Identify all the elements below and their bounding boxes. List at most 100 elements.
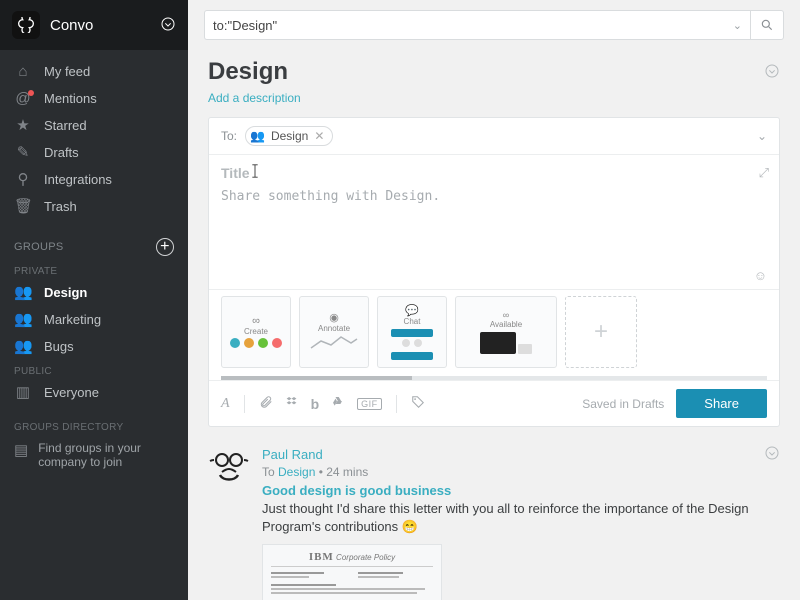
post-meta: To Design • 24 mins bbox=[262, 465, 780, 479]
post-menu-icon[interactable] bbox=[764, 445, 780, 464]
attachment-thumb[interactable]: 💬 Chat bbox=[377, 296, 447, 368]
body-input[interactable] bbox=[221, 189, 767, 257]
search: to:"Design" ⌄ bbox=[204, 10, 784, 40]
workspace-menu-icon[interactable] bbox=[160, 16, 176, 35]
directory-link[interactable]: ▤ Find groups in your company to join bbox=[0, 435, 188, 475]
directory-label: Find groups in your company to join bbox=[38, 441, 174, 469]
saved-in-drafts-label: Saved in Drafts bbox=[582, 397, 664, 411]
nav-trash[interactable]: 🗑 Trash bbox=[0, 193, 188, 220]
tag-icon[interactable] bbox=[411, 395, 425, 412]
post-text: Just thought I'd share this letter with … bbox=[262, 500, 780, 536]
directory-icon: ▤ bbox=[14, 441, 28, 469]
draft-icon: ✎ bbox=[14, 145, 32, 160]
expand-icon[interactable]: ⤢ bbox=[759, 165, 769, 181]
section-groups: GROUPS + bbox=[0, 228, 188, 260]
main: to:"Design" ⌄ Design Add a description T… bbox=[188, 0, 800, 600]
people-icon: 👥 bbox=[14, 285, 32, 300]
chevron-down-icon[interactable]: ⌄ bbox=[733, 19, 742, 32]
nav-main: ⌂ My feed @ Mentions ★ Starred ✎ Drafts … bbox=[0, 50, 188, 228]
people-icon: 👥 bbox=[14, 339, 32, 354]
subsection-directory: GROUPS DIRECTORY bbox=[0, 416, 188, 435]
content: Design Add a description To: 👥 Design ✕ … bbox=[188, 50, 800, 600]
search-button[interactable] bbox=[750, 10, 784, 40]
add-group-icon[interactable]: + bbox=[156, 238, 174, 256]
post-time: 24 mins bbox=[326, 465, 368, 479]
composer: To: 👥 Design ✕ ⌄ ⤢ ☺ bbox=[208, 117, 780, 427]
attachment-thumb[interactable]: ∞ Available bbox=[455, 296, 557, 368]
nav-label: Mentions bbox=[44, 91, 97, 106]
nav-label: Trash bbox=[44, 199, 77, 214]
sidebar-header: Convo bbox=[0, 0, 188, 50]
nav-my-feed[interactable]: ⌂ My feed bbox=[0, 58, 188, 85]
google-drive-icon[interactable] bbox=[331, 395, 345, 412]
attachment-thumb[interactable]: ◉ Annotate bbox=[299, 296, 369, 368]
recipient-chip[interactable]: 👥 Design ✕ bbox=[245, 126, 333, 146]
search-value: to:"Design" bbox=[213, 18, 277, 33]
sidebar: Convo ⌂ My feed @ Mentions ★ Starred ✎ D… bbox=[0, 0, 188, 600]
nav-label: Integrations bbox=[44, 172, 112, 187]
group-label: Design bbox=[44, 285, 87, 300]
title-input[interactable] bbox=[221, 165, 767, 181]
nav-label: Starred bbox=[44, 118, 87, 133]
group-design[interactable]: 👥 Design bbox=[0, 279, 188, 306]
box-icon[interactable]: b bbox=[311, 396, 320, 412]
attach-icon[interactable] bbox=[259, 395, 273, 412]
subsection-public: PUBLIC bbox=[0, 360, 188, 379]
topbar: to:"Design" ⌄ bbox=[188, 0, 800, 50]
page-header: Design bbox=[208, 58, 780, 86]
format-icon[interactable]: A bbox=[221, 396, 230, 412]
avatar[interactable] bbox=[208, 445, 250, 487]
separator bbox=[396, 395, 397, 413]
composer-to-row: To: 👥 Design ✕ ⌄ bbox=[209, 118, 779, 155]
nav-starred[interactable]: ★ Starred bbox=[0, 112, 188, 139]
remove-chip-icon[interactable]: ✕ bbox=[314, 129, 324, 143]
app-title: Convo bbox=[50, 17, 150, 34]
chevron-down-icon[interactable]: ⌄ bbox=[757, 129, 767, 143]
search-input[interactable]: to:"Design" ⌄ bbox=[204, 10, 750, 40]
post-title-link[interactable]: Good design is good business bbox=[262, 483, 780, 498]
nav-mentions[interactable]: @ Mentions bbox=[0, 85, 188, 112]
group-label: Everyone bbox=[44, 385, 99, 400]
section-label: GROUPS bbox=[14, 241, 63, 253]
page-menu-icon[interactable] bbox=[764, 63, 780, 82]
nav-drafts[interactable]: ✎ Drafts bbox=[0, 139, 188, 166]
attachment-thumb[interactable]: ∞ Create bbox=[221, 296, 291, 368]
search-icon bbox=[760, 18, 774, 32]
subsection-private: PRIVATE bbox=[0, 260, 188, 279]
people-icon: 👥 bbox=[250, 129, 265, 143]
plug-icon: ⚲ bbox=[14, 172, 32, 187]
star-icon: ★ bbox=[14, 118, 32, 133]
post-author-link[interactable]: Paul Rand bbox=[262, 447, 323, 462]
group-everyone[interactable]: ▥ Everyone bbox=[0, 379, 188, 406]
mention-icon: @ bbox=[14, 91, 32, 106]
group-label: Bugs bbox=[44, 339, 74, 354]
dropbox-icon[interactable] bbox=[285, 395, 299, 412]
attachment-scrollbar[interactable] bbox=[221, 376, 767, 380]
people-icon: 👥 bbox=[14, 312, 32, 327]
app-logo-icon bbox=[12, 11, 40, 39]
separator bbox=[244, 395, 245, 413]
attachment-row: ∞ Create ◉ Annotate 💬 Chat bbox=[209, 289, 779, 376]
nav-integrations[interactable]: ⚲ Integrations bbox=[0, 166, 188, 193]
post-attachment[interactable]: IBM Corporate Policy bbox=[262, 544, 442, 600]
chip-label: Design bbox=[271, 129, 308, 143]
to-label: To: bbox=[221, 129, 237, 143]
page-title: Design bbox=[208, 58, 764, 86]
nav-label: My feed bbox=[44, 64, 90, 79]
composer-body: ⤢ bbox=[209, 155, 779, 268]
post-group-link[interactable]: Design bbox=[278, 465, 315, 479]
add-attachment-button[interactable]: + bbox=[565, 296, 637, 368]
trash-icon: 🗑 bbox=[14, 199, 32, 214]
group-bugs[interactable]: 👥 Bugs bbox=[0, 333, 188, 360]
group-label: Marketing bbox=[44, 312, 101, 327]
text-cursor-icon bbox=[249, 163, 261, 179]
home-icon: ⌂ bbox=[14, 64, 32, 79]
group-marketing[interactable]: 👥 Marketing bbox=[0, 306, 188, 333]
share-button[interactable]: Share bbox=[676, 389, 767, 418]
gif-button[interactable]: GIF bbox=[357, 398, 382, 410]
org-icon: ▥ bbox=[14, 385, 32, 400]
composer-footer: A b GIF bbox=[209, 380, 779, 426]
add-description-link[interactable]: Add a description bbox=[208, 91, 301, 105]
post: Paul Rand To Design • 24 mins Good desig… bbox=[208, 445, 780, 600]
emoji-button[interactable]: ☺ bbox=[209, 268, 779, 289]
